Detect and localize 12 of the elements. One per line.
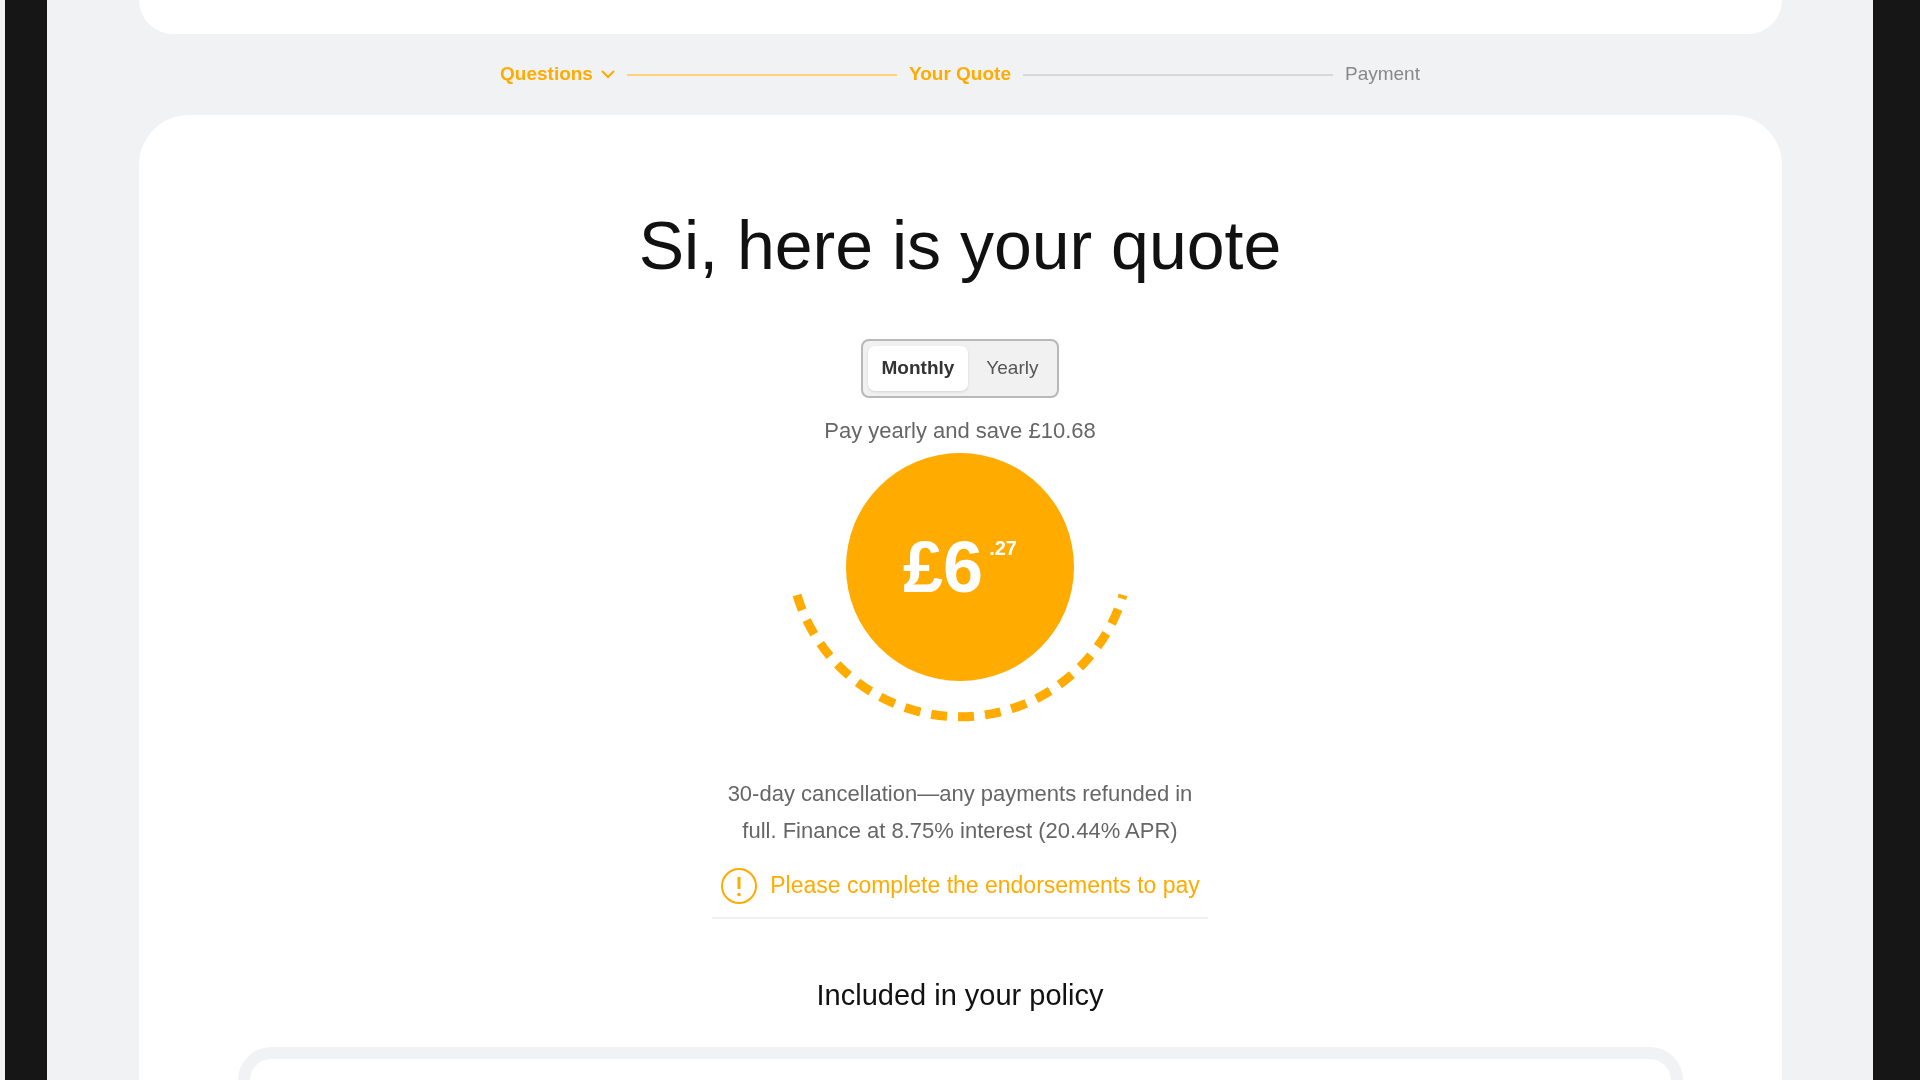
warning-icon	[720, 866, 759, 905]
price-amount: £6	[903, 530, 984, 603]
warning-text: Please complete the endorsements to pay	[770, 871, 1200, 901]
progress-step: Payment	[1345, 60, 1420, 89]
progress-step: Your Quote	[908, 60, 1011, 89]
terms-text: 30-day cancellation—any payments refunded in full. Finance at 8.75% interest (20.44% APR)	[726, 779, 1194, 845]
chevron-down-icon	[600, 70, 615, 79]
price-pence: .27	[989, 535, 1017, 561]
billing-option[interactable]: Yearly	[972, 346, 1053, 391]
billing-option[interactable]: Monthly	[867, 346, 969, 391]
section-heading: Included in your policy	[816, 977, 1104, 1013]
saving-note: Pay yearly and save £10.68	[824, 416, 1096, 445]
